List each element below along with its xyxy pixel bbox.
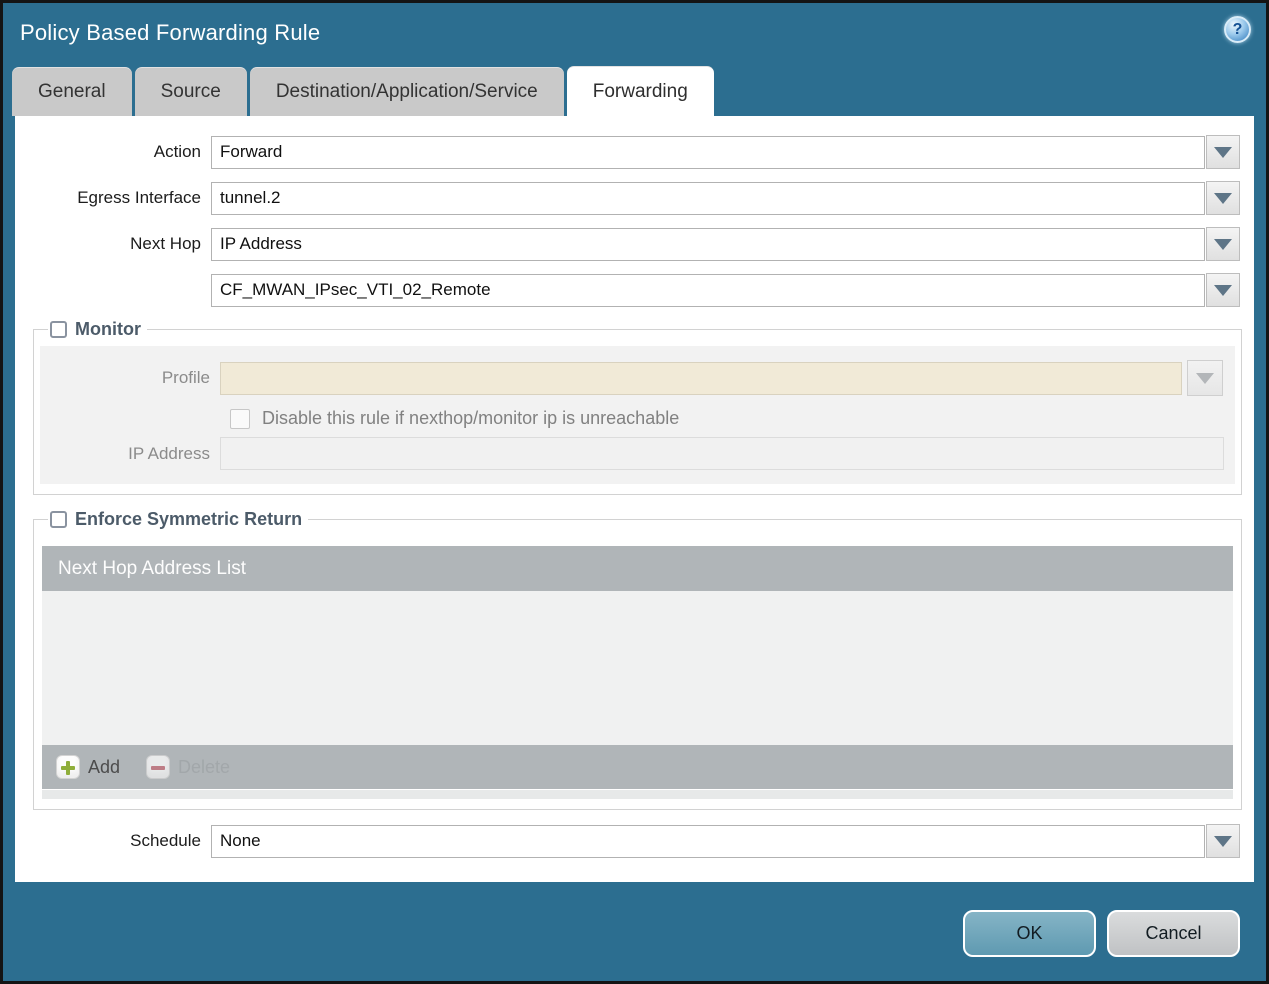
tab-bar: General Source Destination/Application/S…: [3, 66, 1266, 116]
action-select[interactable]: Forward: [211, 135, 1205, 169]
cancel-button[interactable]: Cancel: [1107, 910, 1240, 957]
next-hop-address-row: CF_MWAN_IPsec_VTI_02_Remote: [15, 273, 1254, 307]
next-hop-list-body[interactable]: [42, 591, 1233, 745]
disable-rule-checkbox: [230, 408, 250, 429]
monitor-panel: Profile Disable this rule if nexthop/mon…: [40, 346, 1235, 484]
ok-button[interactable]: OK: [963, 910, 1096, 957]
tab-content-forwarding: Action Forward Egress Interface tunnel.2…: [15, 116, 1254, 882]
egress-interface-select[interactable]: tunnel.2: [211, 181, 1205, 215]
egress-interface-dropdown-button[interactable]: [1206, 181, 1240, 215]
dialog-footer: OK Cancel: [3, 882, 1266, 981]
delete-button-label: Delete: [178, 756, 231, 777]
action-label: Action: [153, 142, 201, 161]
monitor-checkbox[interactable]: [50, 321, 67, 338]
next-hop-list-header-label: Next Hop Address List: [58, 557, 246, 579]
cancel-button-label: Cancel: [1145, 923, 1202, 943]
monitor-ip-label: IP Address: [128, 443, 210, 463]
profile-select: [220, 361, 1182, 395]
tab-general-label: General: [38, 81, 106, 102]
ok-button-label: OK: [1016, 923, 1043, 943]
tab-destination-label: Destination/Application/Service: [275, 81, 538, 102]
chevron-down-icon: [1214, 284, 1232, 296]
pbf-rule-dialog: Policy Based Forwarding Rule ? General S…: [0, 0, 1269, 984]
symmetric-return-legend: Enforce Symmetric Return: [48, 509, 308, 530]
minus-icon: [146, 755, 171, 779]
chevron-down-icon: [1214, 146, 1232, 158]
schedule-label: Schedule: [130, 831, 201, 850]
egress-interface-label: Egress Interface: [77, 188, 201, 207]
tab-forwarding-label: Forwarding: [592, 80, 688, 102]
egress-interface-row: Egress Interface tunnel.2: [15, 181, 1254, 215]
tab-destination-application-service[interactable]: Destination/Application/Service: [249, 67, 564, 116]
help-icon-glyph: ?: [1232, 20, 1243, 38]
add-button-label: Add: [88, 756, 121, 777]
monitor-ip-row: IP Address: [40, 437, 1235, 470]
disable-rule-label: Disable this rule if nexthop/monitor ip …: [262, 408, 680, 428]
delete-button: Delete: [146, 755, 230, 779]
next-hop-address-select[interactable]: CF_MWAN_IPsec_VTI_02_Remote: [211, 273, 1205, 307]
chevron-down-icon: [1196, 372, 1214, 384]
dialog-title: Policy Based Forwarding Rule: [20, 20, 321, 45]
tab-general[interactable]: General: [12, 67, 132, 116]
monitor-ip-input: [220, 437, 1224, 470]
profile-label: Profile: [161, 368, 210, 387]
tab-source[interactable]: Source: [134, 67, 247, 116]
chevron-down-icon: [1214, 835, 1232, 847]
plus-icon: [56, 755, 80, 779]
next-hop-list-bottom-strip: [42, 790, 1233, 799]
next-hop-type-dropdown-button[interactable]: [1206, 227, 1240, 261]
help-icon[interactable]: ?: [1224, 16, 1251, 43]
tab-forwarding[interactable]: Forwarding: [566, 66, 714, 116]
profile-row: Profile: [40, 360, 1235, 396]
next-hop-type-select[interactable]: IP Address: [211, 227, 1205, 261]
chevron-down-icon: [1214, 238, 1232, 250]
schedule-select[interactable]: None: [211, 824, 1205, 858]
action-row: Action Forward: [15, 135, 1254, 169]
chevron-down-icon: [1214, 192, 1232, 204]
next-hop-row: Next Hop IP Address: [15, 227, 1254, 261]
next-hop-list-toolbar: Add Delete: [42, 745, 1233, 789]
profile-dropdown-button: [1187, 360, 1223, 396]
tab-source-label: Source: [160, 81, 221, 102]
disable-rule-row: Disable this rule if nexthop/monitor ip …: [230, 408, 1235, 429]
monitor-group: Monitor Profile Disable this rule if nex…: [33, 319, 1242, 495]
symmetric-return-group: Enforce Symmetric Return Next Hop Addres…: [33, 509, 1242, 810]
next-hop-address-list-table: Next Hop Address List Add Delete: [42, 546, 1233, 799]
monitor-legend: Monitor: [48, 319, 147, 340]
schedule-dropdown-button[interactable]: [1206, 824, 1240, 858]
symmetric-return-title: Enforce Symmetric Return: [75, 509, 303, 529]
schedule-row: Schedule None: [15, 824, 1254, 858]
add-button[interactable]: Add: [56, 755, 120, 779]
next-hop-label: Next Hop: [130, 234, 201, 253]
monitor-title: Monitor: [75, 319, 141, 339]
enforce-symmetric-return-checkbox[interactable]: [50, 511, 67, 528]
next-hop-list-header: Next Hop Address List: [42, 546, 1233, 591]
next-hop-address-dropdown-button[interactable]: [1206, 273, 1240, 307]
action-dropdown-button[interactable]: [1206, 135, 1240, 169]
dialog-titlebar: Policy Based Forwarding Rule ?: [3, 3, 1266, 66]
